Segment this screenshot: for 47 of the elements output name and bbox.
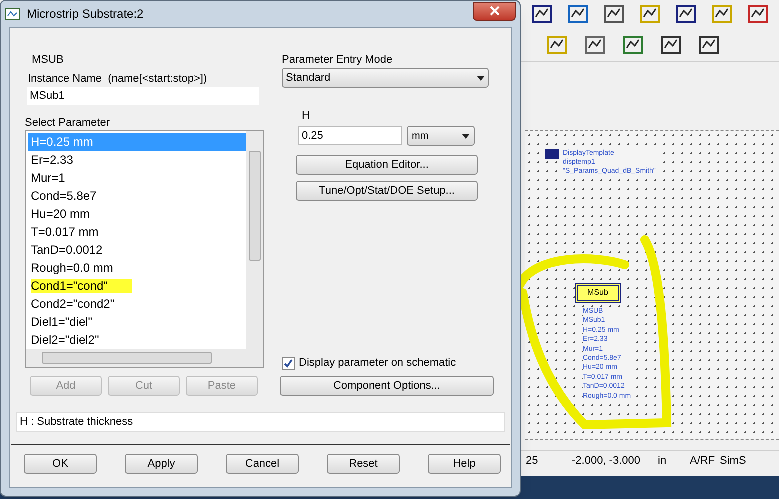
dropdown-arrow-icon (462, 134, 470, 138)
status-text: SimS (719, 454, 746, 470)
parameter-value-field[interactable]: 0.25 (298, 126, 402, 145)
instance-name-label: Instance Name (name[<start:stop>]) (27, 72, 208, 85)
dialog-button[interactable]: Apply (125, 454, 198, 474)
parameter-name: H (301, 109, 311, 122)
component-options-button[interactable]: Component Options... (280, 376, 494, 396)
template-icon (545, 149, 559, 159)
unit-dropdown[interactable]: mm (407, 126, 475, 146)
entry-mode-dropdown[interactable]: Standard (282, 68, 489, 88)
status-text: -2.000, -3.000 (571, 454, 642, 470)
horizontal-scrollbar[interactable] (26, 349, 263, 367)
parameter-item[interactable]: Cond2="cond2" (28, 295, 246, 313)
parameter-item[interactable]: TanD=0.0012 (28, 241, 246, 259)
parameter-item[interactable]: Diel2="diel2" (28, 331, 246, 349)
parameter-item[interactable]: Hu=20 mm (28, 205, 246, 223)
dialog-button[interactable]: Reset (327, 454, 400, 474)
description-field: H : Substrate thickness (16, 412, 505, 432)
editor-button[interactable]: Tune/Opt/Stat/DOE Setup... (296, 181, 478, 201)
editor-button[interactable]: Equation Editor... (296, 155, 478, 175)
status-text: 25 (525, 454, 540, 470)
status-text: A/RF (689, 454, 716, 470)
dropdown-arrow-icon (477, 76, 485, 80)
parameter-item[interactable]: Cond1="cond" (28, 277, 246, 295)
window-title: Microstrip Substrate:2 (27, 6, 144, 23)
display-checkbox-label: Display parameter on schematic (299, 356, 456, 371)
instance-name-field[interactable]: MSub1 (27, 87, 259, 105)
dialog-button[interactable]: Help (428, 454, 501, 474)
close-icon (490, 6, 500, 16)
parameter-item[interactable]: T=0.017 mm (28, 223, 246, 241)
parameter-item[interactable]: Diel1="diel" (28, 313, 246, 331)
vertical-scrollbar[interactable] (246, 131, 263, 349)
dialog-button[interactable]: Cancel (226, 454, 299, 474)
parameter-item[interactable]: Cond=5.8e7 (28, 187, 246, 205)
checkmark-icon (284, 358, 293, 368)
display-checkbox[interactable] (282, 356, 295, 370)
parameter-item[interactable]: Er=2.33 (28, 151, 246, 169)
dialog-button[interactable]: OK (24, 454, 97, 474)
status-text: in (657, 454, 668, 470)
entry-mode-label: Parameter Entry Mode (282, 53, 394, 66)
app-icon (5, 7, 21, 21)
substrate-symbol[interactable]: MSub (575, 283, 621, 303)
close-button[interactable] (473, 2, 516, 20)
component-name: MSUB (31, 53, 65, 66)
parameter-item[interactable]: Mur=1 (28, 169, 246, 187)
select-parameter-label: Select Parameter (25, 116, 111, 129)
parameter-item[interactable]: Rough=0.0 mm (28, 259, 246, 277)
